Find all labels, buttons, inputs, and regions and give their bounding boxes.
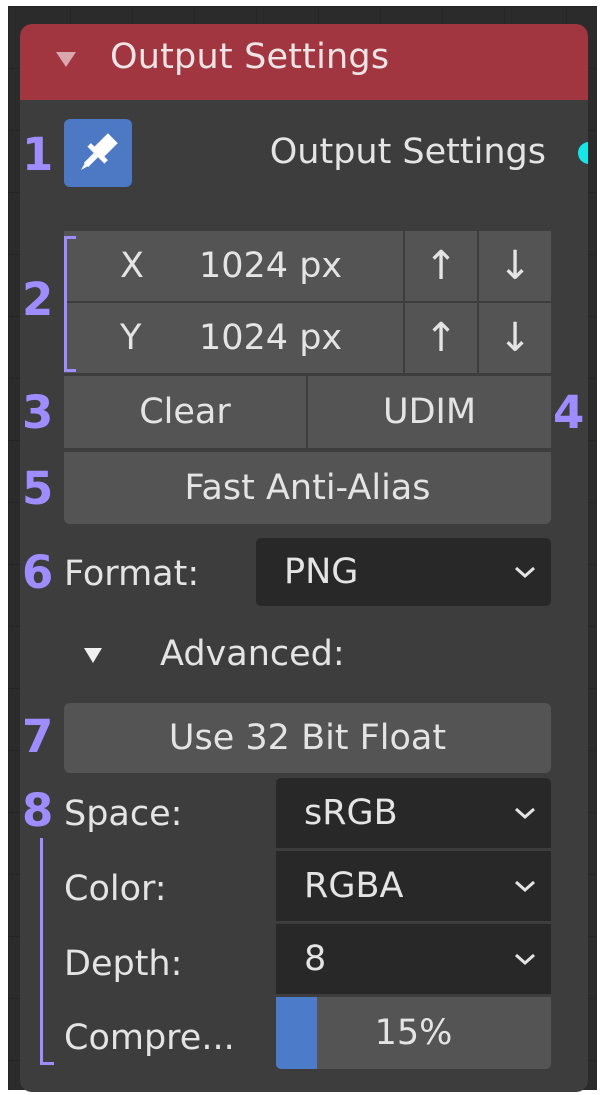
format-value: PNG (284, 552, 359, 592)
marker-8-bracket (40, 838, 43, 1064)
marker-2-bracket (64, 236, 67, 371)
output-settings-node[interactable]: Output Settings Output Settings X 1024 p… (20, 24, 588, 1092)
color-label: Color: (64, 869, 167, 909)
chevron-down-icon (515, 807, 535, 820)
marker-7: 7 (22, 710, 54, 763)
socket-label: Output Settings (269, 132, 546, 172)
x-resolution-field[interactable]: X 1024 px (64, 231, 403, 301)
marker-4: 4 (553, 386, 585, 439)
format-label: Format: (64, 554, 200, 594)
marker-6: 6 (22, 546, 54, 599)
marker-8-bracket-bottom (40, 1062, 54, 1065)
marker-2: 2 (22, 273, 54, 326)
x-value: 1024 px (199, 246, 343, 286)
clear-button[interactable]: Clear (64, 376, 306, 448)
arrow-up-icon: ↑ (424, 315, 458, 361)
advanced-toggle[interactable]: Advanced: (80, 634, 380, 682)
arrow-down-icon: ↓ (498, 243, 532, 289)
compression-label: Compre... (64, 1018, 235, 1058)
collapse-triangle-icon[interactable] (56, 52, 76, 67)
y-resolution-field[interactable]: Y 1024 px (64, 303, 403, 373)
marker-2-bracket-bottom (64, 369, 76, 372)
marker-1: 1 (22, 128, 54, 181)
y-increase-button[interactable]: ↑ (405, 303, 477, 373)
output-socket[interactable] (578, 142, 588, 164)
marker-3: 3 (22, 386, 54, 439)
fast-anti-alias-button[interactable]: Fast Anti-Alias (64, 452, 551, 524)
use-32-bit-float-button[interactable]: Use 32 Bit Float (64, 703, 551, 773)
y-decrease-button[interactable]: ↓ (479, 303, 551, 373)
depth-value: 8 (304, 939, 327, 979)
compression-value: 15% (374, 1013, 453, 1053)
x-label: X (120, 246, 144, 286)
expand-triangle-icon (84, 648, 102, 663)
chevron-down-icon (515, 953, 535, 966)
arrow-up-icon: ↑ (424, 243, 458, 289)
x-decrease-button[interactable]: ↓ (479, 231, 551, 301)
y-label: Y (120, 318, 142, 358)
color-dropdown[interactable]: RGBA (276, 851, 551, 921)
chevron-down-icon (515, 566, 535, 579)
marker-5: 5 (22, 462, 54, 515)
x-increase-button[interactable]: ↑ (405, 231, 477, 301)
node-header[interactable]: Output Settings (20, 24, 588, 100)
y-value: 1024 px (199, 318, 343, 358)
depth-label: Depth: (64, 944, 183, 984)
space-dropdown[interactable]: sRGB (276, 778, 551, 848)
pin-icon (81, 133, 118, 170)
compression-slider[interactable]: 15% (276, 997, 551, 1069)
advanced-label: Advanced: (160, 634, 345, 674)
space-value: sRGB (304, 793, 398, 833)
depth-dropdown[interactable]: 8 (276, 924, 551, 994)
marker-2-bracket-top (64, 236, 76, 239)
pin-button[interactable] (64, 119, 132, 187)
color-value: RGBA (304, 866, 404, 906)
format-dropdown[interactable]: PNG (256, 538, 551, 606)
space-label: Space: (64, 794, 183, 834)
udim-button[interactable]: UDIM (308, 376, 551, 448)
node-title: Output Settings (110, 37, 390, 77)
chevron-down-icon (515, 880, 535, 893)
marker-8: 8 (22, 784, 54, 837)
arrow-down-icon: ↓ (498, 315, 532, 361)
